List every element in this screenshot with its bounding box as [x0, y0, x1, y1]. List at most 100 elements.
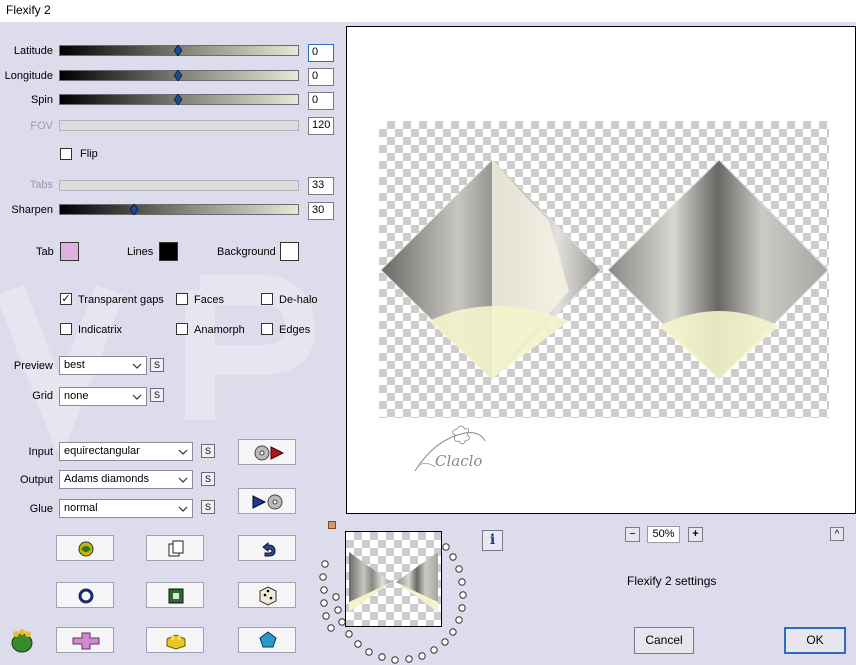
longitude-slider-thumb[interactable]	[174, 70, 182, 81]
tabs-slider	[59, 180, 299, 191]
ok-button[interactable]: OK	[784, 627, 846, 654]
fov-input[interactable]: 120	[308, 117, 334, 135]
input-select[interactable]: equirectangular	[59, 442, 193, 461]
fov-label: FOV	[30, 120, 53, 132]
copy-icon	[168, 540, 184, 557]
preview-image	[380, 159, 829, 380]
spin-label: Spin	[30, 94, 53, 106]
tab-color-swatch[interactable]	[60, 242, 79, 261]
anamorph-checkbox[interactable]	[176, 323, 188, 335]
longitude-input[interactable]: 0	[308, 68, 334, 86]
title-bar: Flexify 2	[0, 0, 856, 22]
input-select-label: Input	[28, 446, 53, 458]
chevron-down-icon	[178, 449, 188, 455]
edges-label: Edges	[279, 324, 311, 336]
indicatrix-label: Indicatrix	[78, 324, 123, 336]
chevron-down-icon	[132, 363, 142, 369]
edges-checkbox[interactable]	[261, 323, 273, 335]
glue-select[interactable]: normal	[59, 499, 193, 518]
tabs-label: Tabs	[29, 179, 53, 191]
grid-select-label: Grid	[32, 390, 53, 402]
grid-s-button[interactable]: S	[150, 388, 164, 402]
disc-import-icon	[254, 445, 285, 461]
ring-icon	[78, 588, 94, 604]
random-seed-button[interactable]	[56, 535, 114, 561]
latitude-label: Latitude	[13, 45, 53, 57]
grid-select[interactable]: none	[59, 387, 147, 406]
drag-handle[interactable]	[328, 521, 336, 529]
latitude-input[interactable]: 0	[308, 44, 334, 62]
pentagon-icon	[259, 631, 277, 648]
tabs-input[interactable]: 33	[308, 177, 334, 195]
indicatrix-checkbox[interactable]	[60, 323, 72, 335]
brick-icon	[166, 634, 186, 650]
de-halo-checkbox[interactable]	[261, 293, 273, 305]
undo-icon	[262, 541, 276, 557]
disc-export-icon	[252, 494, 283, 510]
import-preset-button[interactable]	[238, 439, 296, 465]
brick-tool-button[interactable]	[146, 627, 204, 653]
background-color-swatch[interactable]	[280, 242, 299, 261]
chevron-down-icon	[178, 477, 188, 483]
grid-select-value: none	[64, 390, 89, 402]
chevron-down-icon	[132, 394, 142, 400]
copy-button[interactable]	[146, 535, 204, 561]
settings-title: Flexify 2 settings	[627, 574, 717, 588]
thumbnail-dial[interactable]	[316, 540, 476, 665]
info-button[interactable]: i	[482, 530, 503, 551]
preview-s-button[interactable]: S	[150, 358, 164, 372]
faces-checkbox[interactable]	[176, 293, 188, 305]
sharpen-slider-thumb[interactable]	[130, 204, 138, 215]
output-s-button[interactable]: S	[201, 472, 215, 486]
de-halo-label: De-halo	[279, 294, 318, 306]
transparent-gaps-label: Transparent gaps	[78, 294, 164, 306]
spin-slider[interactable]	[59, 94, 299, 105]
cancel-button[interactable]: Cancel	[634, 627, 694, 654]
preview-select-label: Preview	[13, 360, 53, 372]
hand-logo-icon	[11, 629, 33, 653]
export-preset-button[interactable]	[238, 488, 296, 514]
sharpen-input[interactable]: 30	[308, 202, 334, 220]
transparent-gaps-checkbox[interactable]: ✓	[60, 293, 72, 305]
frame-icon	[168, 588, 184, 604]
output-select-label: Output	[19, 474, 53, 486]
preview-select[interactable]: best	[59, 356, 147, 375]
faces-label: Faces	[194, 294, 224, 306]
sharpen-slider[interactable]	[59, 204, 299, 215]
longitude-slider[interactable]	[59, 70, 299, 81]
sharpen-label: Sharpen	[11, 204, 53, 216]
input-select-value: equirectangular	[64, 445, 140, 457]
lines-color-swatch[interactable]	[159, 242, 178, 261]
pentagon-tool-button[interactable]	[238, 627, 296, 653]
zoom-level-field[interactable]: 50%	[647, 526, 680, 543]
flip-checkbox[interactable]	[60, 148, 72, 160]
preview-select-value: best	[64, 359, 85, 371]
undo-button[interactable]	[238, 535, 296, 561]
flip-label: Flip	[80, 148, 98, 160]
spin-input[interactable]: 0	[308, 92, 334, 110]
zoom-out-button[interactable]: −	[625, 527, 640, 542]
anamorph-label: Anamorph	[194, 324, 245, 336]
longitude-label: Longitude	[4, 70, 53, 82]
zoom-in-button[interactable]: +	[688, 527, 703, 542]
info-icon: i	[489, 532, 496, 548]
dice-icon	[259, 586, 277, 606]
dice-button[interactable]	[238, 582, 296, 608]
output-select-value: Adams diamonds	[64, 473, 149, 485]
circle-tool-button[interactable]	[56, 582, 114, 608]
preview-canvas[interactable]: Claclo	[346, 26, 856, 514]
cross-tool-button[interactable]	[56, 627, 114, 653]
spin-slider-thumb[interactable]	[174, 94, 182, 105]
lines-color-label: Lines	[127, 246, 154, 258]
latitude-slider[interactable]	[59, 45, 299, 56]
collapse-button[interactable]: ^	[830, 527, 844, 541]
input-s-button[interactable]: S	[201, 444, 215, 458]
output-select[interactable]: Adams diamonds	[59, 470, 193, 489]
frame-tool-button[interactable]	[146, 582, 204, 608]
watermark-text: Claclo	[435, 452, 483, 470]
glue-select-label: Glue	[29, 503, 53, 515]
latitude-slider-thumb[interactable]	[174, 45, 182, 56]
glue-s-button[interactable]: S	[201, 500, 215, 514]
window-title: Flexify 2	[6, 3, 51, 17]
background-color-label: Background	[217, 246, 276, 258]
